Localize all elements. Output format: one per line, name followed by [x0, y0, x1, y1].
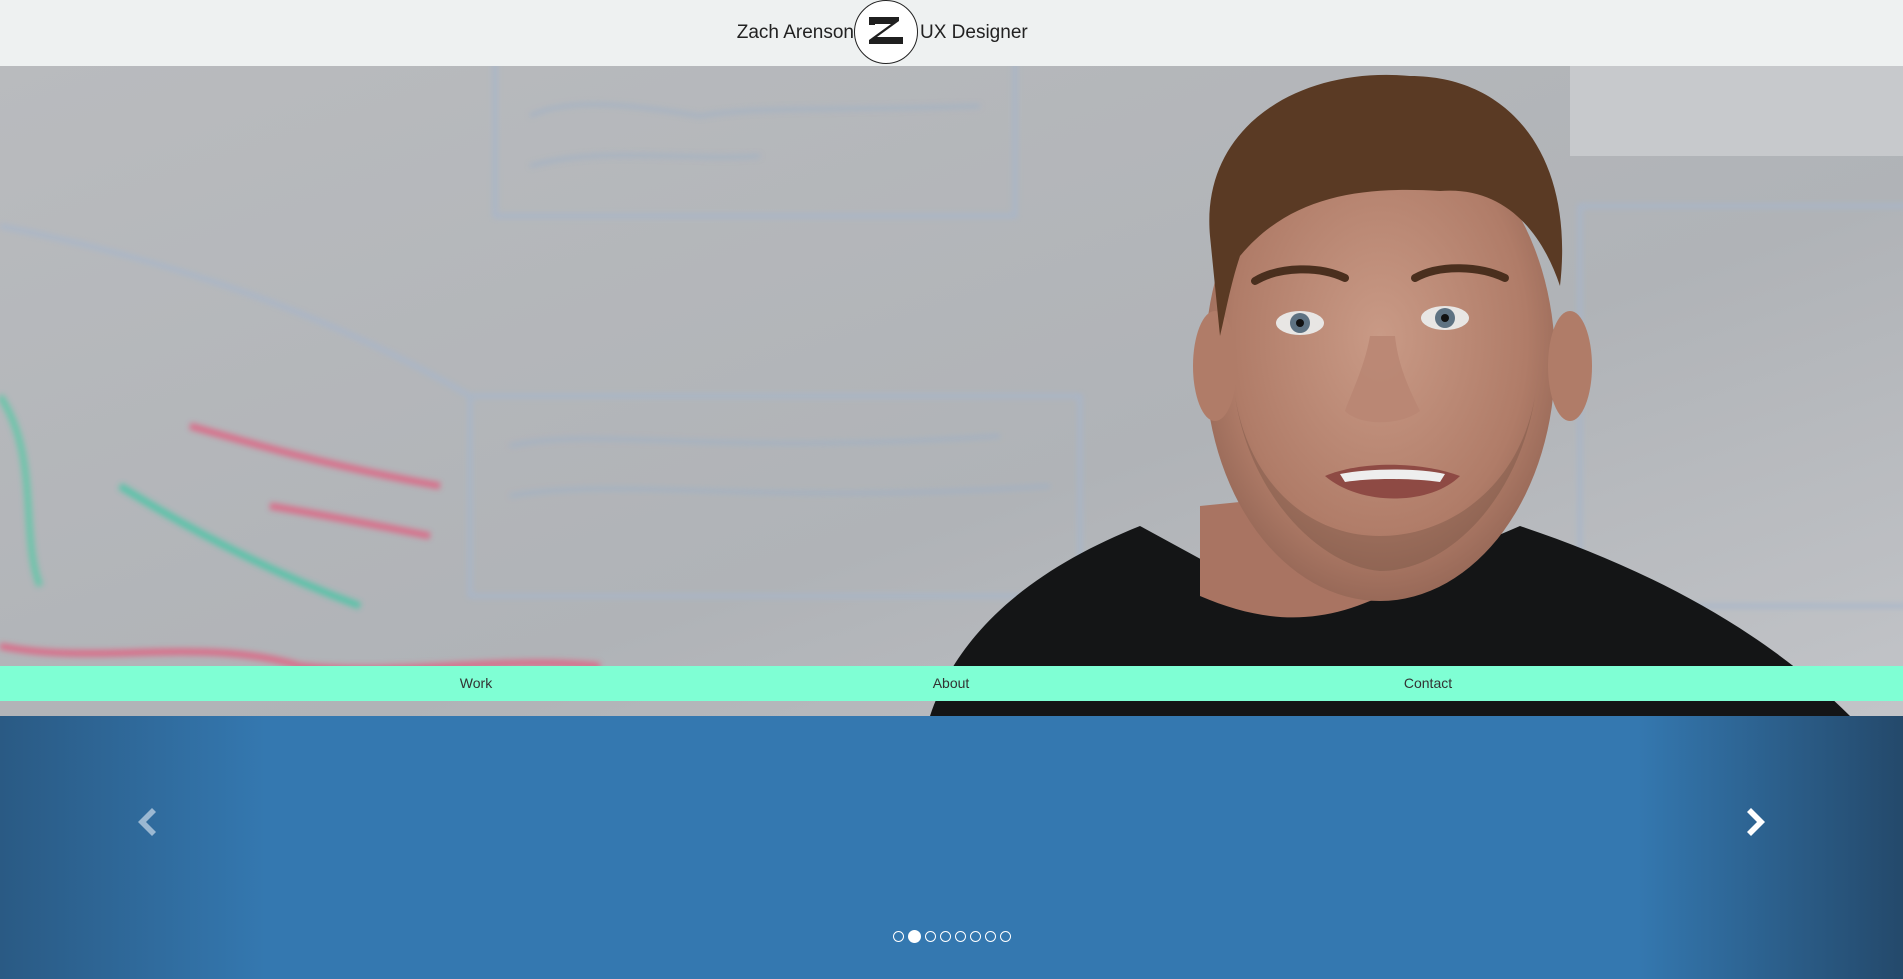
carousel-indicator[interactable] — [924, 931, 936, 942]
carousel-indicator-active[interactable] — [907, 930, 921, 943]
hero-image — [0, 66, 1903, 716]
chevron-left-icon — [138, 808, 156, 836]
carousel-indicator[interactable] — [999, 931, 1011, 942]
carousel-indicators — [0, 930, 1903, 943]
carousel-indicator[interactable] — [892, 931, 904, 942]
nav-item-contact[interactable]: Contact — [1190, 666, 1666, 701]
carousel-prev-button[interactable] — [126, 802, 166, 842]
work-carousel — [0, 716, 1903, 979]
carousel-indicator[interactable] — [954, 931, 966, 942]
chevron-right-icon — [1747, 808, 1765, 836]
nav-item-work[interactable]: Work — [238, 666, 714, 701]
za-monogram-logo-icon[interactable] — [854, 0, 918, 64]
main-nav: Work About Contact — [0, 666, 1903, 701]
carousel-indicator[interactable] — [984, 931, 996, 942]
carousel-indicator[interactable] — [969, 931, 981, 942]
site-owner-title: UX Designer — [920, 22, 1028, 43]
carousel-next-button[interactable] — [1737, 802, 1777, 842]
site-owner-name: Zach Arenson — [736, 22, 854, 43]
carousel-indicator[interactable] — [939, 931, 951, 942]
nav-item-about[interactable]: About — [713, 666, 1189, 701]
site-header: Zach Arenson UX Designer — [0, 0, 1903, 66]
